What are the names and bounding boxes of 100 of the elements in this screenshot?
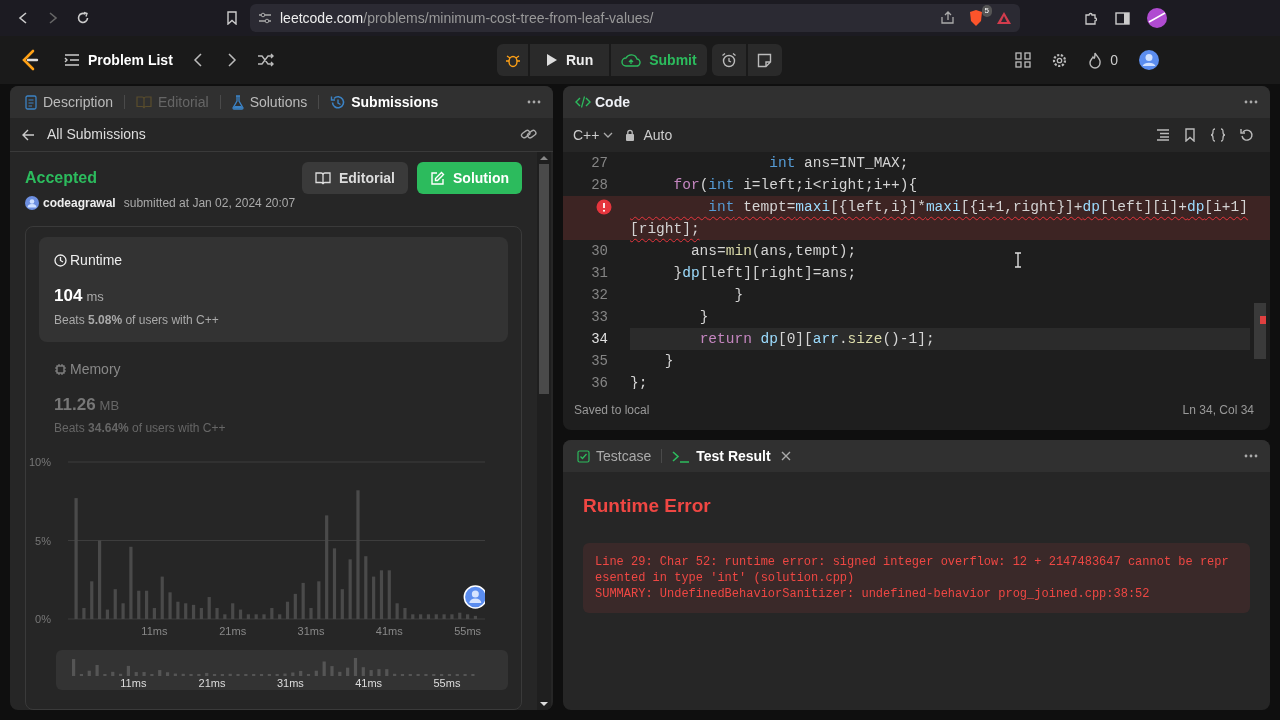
histogram-bar[interactable] xyxy=(317,581,321,619)
timer-button[interactable] xyxy=(711,44,746,76)
histogram-bar[interactable] xyxy=(301,582,305,619)
histogram-bar[interactable] xyxy=(442,614,446,619)
problem-list-button[interactable]: Problem List xyxy=(64,49,173,71)
histogram-bar[interactable] xyxy=(238,609,243,619)
code-line[interactable]: } xyxy=(630,306,1250,328)
user-avatar-icon[interactable] xyxy=(1138,49,1160,71)
histogram-bar[interactable] xyxy=(285,601,290,619)
stat-panel[interactable]: Runtime 104 ms Beats 5.08% of users with C++ xyxy=(39,237,508,342)
histogram-bar[interactable] xyxy=(466,614,470,619)
share-icon[interactable] xyxy=(940,11,956,25)
histogram-bar[interactable] xyxy=(199,608,203,619)
reload-icon[interactable] xyxy=(76,11,90,25)
histogram-bar[interactable] xyxy=(129,546,133,619)
profile-icon[interactable] xyxy=(1146,7,1168,29)
format-icon[interactable] xyxy=(1156,129,1170,141)
histogram-bar[interactable] xyxy=(356,490,360,619)
panel-tab[interactable]: Submissions xyxy=(327,91,442,113)
histogram-bar[interactable] xyxy=(372,576,376,619)
histogram-bar[interactable] xyxy=(223,614,227,619)
editorial-button[interactable]: Editorial xyxy=(302,162,408,194)
panel-tab[interactable]: Description xyxy=(22,91,117,113)
braces-icon[interactable] xyxy=(1210,128,1226,142)
undo-icon[interactable] xyxy=(1240,128,1254,142)
scroll-thumb[interactable] xyxy=(1254,303,1266,359)
histogram-bar[interactable] xyxy=(325,515,329,619)
histogram-bar[interactable] xyxy=(348,559,352,619)
chevron-left-icon[interactable] xyxy=(192,53,203,67)
histogram-bar[interactable] xyxy=(419,614,423,619)
histogram-bar[interactable] xyxy=(450,614,454,619)
histogram-bar[interactable] xyxy=(278,614,282,619)
scroll-down-icon[interactable] xyxy=(540,701,548,707)
chart-navigator[interactable]: 11ms 21ms 31ms 41ms 55ms xyxy=(56,650,508,690)
histogram-bar[interactable] xyxy=(458,612,462,619)
histogram-bar[interactable] xyxy=(98,540,102,619)
notes-button[interactable] xyxy=(747,44,782,76)
histogram-bar[interactable] xyxy=(403,608,407,619)
more-icon[interactable] xyxy=(527,100,541,104)
histogram-bar[interactable] xyxy=(82,608,86,619)
language-dropdown[interactable]: C++ xyxy=(573,124,614,146)
sidebar-icon[interactable] xyxy=(1115,11,1130,25)
debug-button[interactable] xyxy=(497,44,528,76)
panel-tab[interactable]: Testcase xyxy=(575,445,654,467)
histogram-bar[interactable] xyxy=(254,614,258,619)
histogram-bar[interactable] xyxy=(191,604,196,619)
more-icon[interactable] xyxy=(1244,100,1258,104)
histogram-bar[interactable] xyxy=(309,608,313,619)
panel-tab[interactable]: Solutions xyxy=(228,91,311,113)
histogram-bar[interactable] xyxy=(207,597,211,619)
histogram-bar[interactable] xyxy=(411,614,415,619)
histogram-bar[interactable] xyxy=(168,592,172,619)
flame-icon[interactable] xyxy=(1088,51,1103,69)
settings-icon[interactable] xyxy=(1051,51,1069,69)
layout-grid-icon[interactable] xyxy=(1015,52,1032,68)
histogram-bar[interactable] xyxy=(144,590,149,619)
scroll-up-icon[interactable] xyxy=(540,155,548,161)
scroll-thumb[interactable] xyxy=(539,164,549,394)
histogram-bar[interactable] xyxy=(215,608,219,619)
code-line[interactable]: } xyxy=(630,350,1250,372)
code-line[interactable]: for(int i=left;i<right;i++){ xyxy=(630,174,1250,196)
code-line[interactable]: int ans=INT_MAX; xyxy=(630,152,1250,174)
bookmark-icon[interactable] xyxy=(1184,128,1196,142)
panel-tab[interactable]: Test Result xyxy=(670,445,773,467)
histogram-bar[interactable] xyxy=(184,603,188,619)
chevron-right-icon[interactable] xyxy=(226,53,237,67)
histogram-bar[interactable] xyxy=(293,593,297,619)
histogram-bar[interactable] xyxy=(160,576,164,619)
histogram-bar[interactable] xyxy=(332,548,337,619)
histogram-bar[interactable] xyxy=(434,614,438,619)
code-line[interactable]: } xyxy=(630,284,1250,306)
histogram-bar[interactable] xyxy=(121,603,125,619)
histogram-bar[interactable] xyxy=(137,590,141,619)
code-line[interactable]: ans=min(ans,tempt); xyxy=(630,240,1250,262)
puzzle-icon[interactable] xyxy=(1084,10,1099,26)
site-settings-icon[interactable] xyxy=(258,12,272,24)
histogram-bar[interactable] xyxy=(74,498,78,619)
histogram-bar[interactable] xyxy=(387,570,391,619)
histogram-bar[interactable] xyxy=(231,603,235,619)
more-icon[interactable] xyxy=(1244,454,1258,458)
histogram-bar[interactable] xyxy=(379,570,384,619)
code-line[interactable]: }dp[left][right]=ans; xyxy=(630,262,1250,284)
histogram-bar[interactable] xyxy=(270,608,274,619)
histogram-bar[interactable] xyxy=(426,614,431,619)
triangle-icon[interactable] xyxy=(996,11,1012,25)
stat-panel[interactable]: Memory 11.26 MB Beats 34.64% of users with C++ xyxy=(39,345,508,450)
shuffle-icon[interactable] xyxy=(256,53,275,67)
logo-icon[interactable] xyxy=(20,49,40,71)
address-bar[interactable]: leetcode.com/problems/minimum-cost-tree-from-leaf-values/ 5 xyxy=(250,4,1020,32)
histogram-bar[interactable] xyxy=(395,603,399,619)
histogram-bar[interactable] xyxy=(105,609,109,619)
histogram-bar[interactable] xyxy=(176,601,180,619)
link-icon[interactable] xyxy=(520,127,537,142)
run-button[interactable]: Run xyxy=(530,44,610,76)
histogram-bar[interactable] xyxy=(340,589,344,619)
histogram-bar[interactable] xyxy=(152,608,156,619)
username[interactable]: codeagrawal xyxy=(43,194,116,212)
histogram-bar[interactable] xyxy=(246,614,250,619)
all-submissions-link[interactable]: All Submissions xyxy=(22,124,146,145)
submit-button[interactable]: Submit xyxy=(611,44,707,76)
